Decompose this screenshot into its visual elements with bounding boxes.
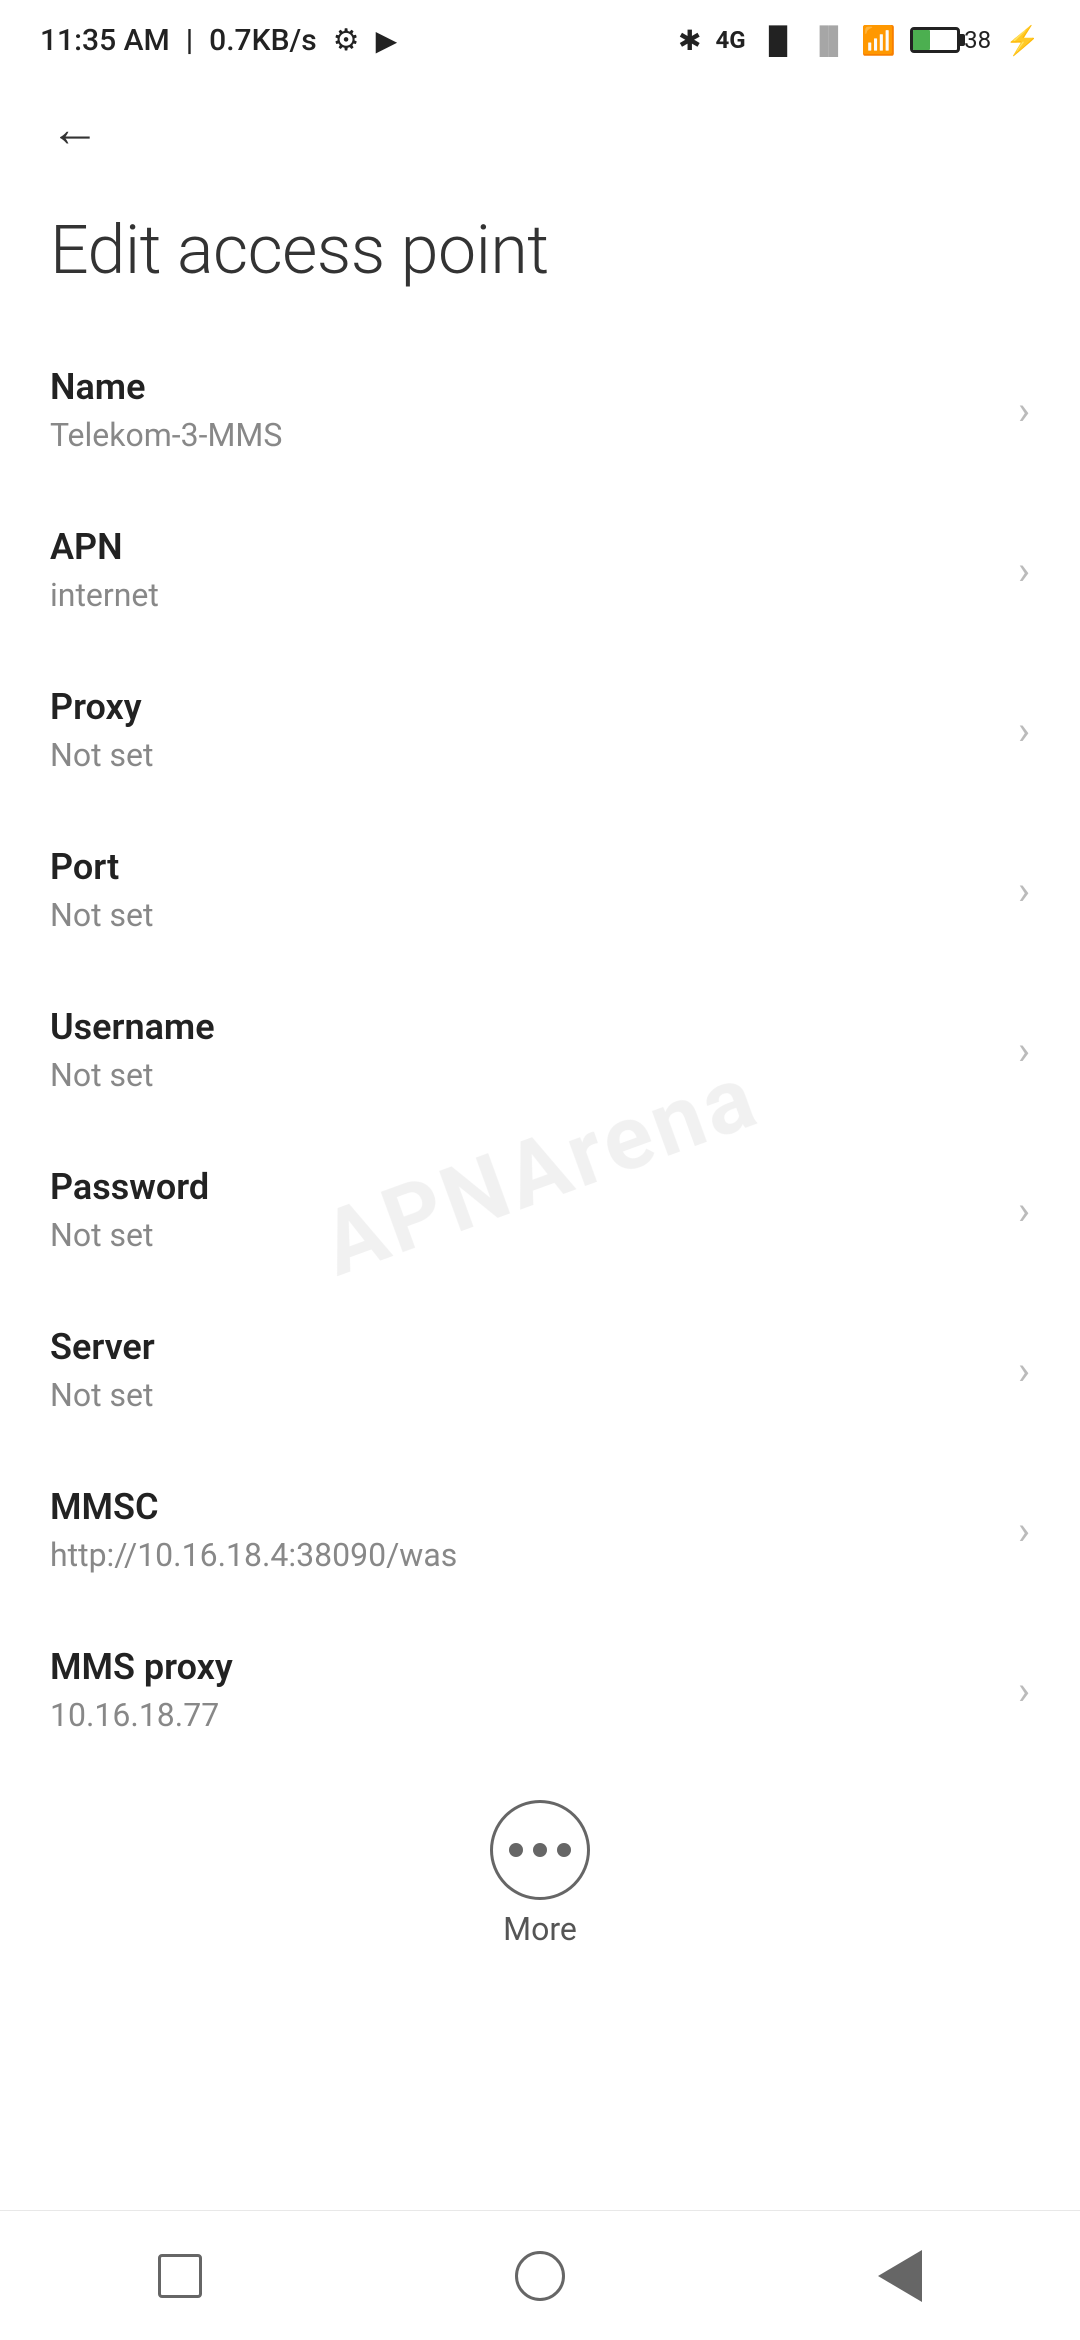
separator: | <box>186 23 193 58</box>
settings-item-password-label: Password <box>50 1166 998 1208</box>
settings-item-server[interactable]: Server Not set › <box>0 1290 1080 1450</box>
nav-back-button[interactable] <box>840 2236 960 2316</box>
settings-item-name-value: Telekom-3-MMS <box>50 416 998 454</box>
settings-item-proxy[interactable]: Proxy Not set › <box>0 650 1080 810</box>
battery-fill <box>913 30 930 50</box>
status-left: 11:35 AM | 0.7KB/s ⚙ ▶ <box>40 23 397 58</box>
battery-indicator <box>910 27 960 53</box>
video-icon: ▶ <box>376 24 398 57</box>
chevron-right-icon-password: › <box>1018 1187 1030 1234</box>
settings-item-password[interactable]: Password Not set › <box>0 1130 1080 1290</box>
settings-item-port[interactable]: Port Not set › <box>0 810 1080 970</box>
settings-item-mmsc[interactable]: MMSC http://10.16.18.4:38090/was › <box>0 1450 1080 1610</box>
signal-bars: ▐▌ <box>760 25 797 56</box>
settings-item-username-value: Not set <box>50 1056 998 1094</box>
settings-list: Name Telekom-3-MMS › APN internet › Prox… <box>0 330 1080 1770</box>
settings-item-proxy-content: Proxy Not set <box>50 686 998 774</box>
settings-item-username[interactable]: Username Not set › <box>0 970 1080 1130</box>
page-title: Edit access point <box>0 180 1080 330</box>
dot-3 <box>557 1843 571 1857</box>
network-4g: 4G <box>715 26 745 54</box>
chevron-right-icon-apn: › <box>1018 547 1030 594</box>
nav-back-icon <box>878 2250 922 2302</box>
back-button[interactable]: ← <box>40 95 110 165</box>
charging-icon: ⚡ <box>1005 24 1040 57</box>
more-label: More <box>503 1910 577 1948</box>
settings-item-mms-proxy[interactable]: MMS proxy 10.16.18.77 › <box>0 1610 1080 1770</box>
settings-icon: ⚙ <box>333 23 360 58</box>
settings-item-apn-content: APN internet <box>50 526 998 614</box>
chevron-right-icon-mmsc: › <box>1018 1507 1030 1554</box>
settings-item-server-value: Not set <box>50 1376 998 1414</box>
settings-item-port-value: Not set <box>50 896 998 934</box>
settings-item-port-content: Port Not set <box>50 846 998 934</box>
chevron-right-icon-username: › <box>1018 1027 1030 1074</box>
settings-item-name-content: Name Telekom-3-MMS <box>50 366 998 454</box>
bluetooth-icon: ✱ <box>678 24 701 57</box>
settings-item-name[interactable]: Name Telekom-3-MMS › <box>0 330 1080 490</box>
settings-item-mmsc-value: http://10.16.18.4:38090/was <box>50 1536 998 1574</box>
nav-home-icon <box>515 2251 565 2301</box>
settings-item-username-label: Username <box>50 1006 998 1048</box>
time: 11:35 AM <box>40 23 170 58</box>
settings-item-password-value: Not set <box>50 1216 998 1254</box>
settings-item-apn-label: APN <box>50 526 998 568</box>
nav-recents-icon <box>158 2254 202 2298</box>
nav-recents-button[interactable] <box>120 2236 240 2316</box>
dot-2 <box>533 1843 547 1857</box>
top-nav: ← <box>0 80 1080 180</box>
settings-item-mms-proxy-label: MMS proxy <box>50 1646 998 1688</box>
chevron-right-icon-proxy: › <box>1018 707 1030 754</box>
settings-item-port-label: Port <box>50 846 998 888</box>
battery: 38 <box>910 26 991 54</box>
nav-home-button[interactable] <box>480 2236 600 2316</box>
settings-item-server-label: Server <box>50 1326 998 1368</box>
status-right: ✱ 4G ▐▌ ▐▌ 📶 38 ⚡ <box>678 24 1040 57</box>
bottom-spacer <box>0 1968 1080 2098</box>
status-bar: 11:35 AM | 0.7KB/s ⚙ ▶ ✱ 4G ▐▌ ▐▌ 📶 38 ⚡ <box>0 0 1080 80</box>
settings-item-proxy-value: Not set <box>50 736 998 774</box>
back-arrow-icon: ← <box>50 105 100 155</box>
settings-item-apn-value: internet <box>50 576 998 614</box>
settings-item-mmsc-content: MMSC http://10.16.18.4:38090/was <box>50 1486 998 1574</box>
chevron-right-icon-server: › <box>1018 1347 1030 1394</box>
chevron-right-icon-name: › <box>1018 387 1030 434</box>
settings-item-server-content: Server Not set <box>50 1326 998 1414</box>
network-speed: 0.7KB/s <box>209 23 316 58</box>
dot-1 <box>509 1843 523 1857</box>
chevron-right-icon-port: › <box>1018 867 1030 914</box>
more-button[interactable] <box>490 1800 590 1900</box>
settings-item-apn[interactable]: APN internet › <box>0 490 1080 650</box>
settings-item-mms-proxy-value: 10.16.18.77 <box>50 1696 998 1734</box>
settings-item-mms-proxy-content: MMS proxy 10.16.18.77 <box>50 1646 998 1734</box>
wifi-icon: 📶 <box>861 24 896 57</box>
chevron-right-icon-mms-proxy: › <box>1018 1667 1030 1714</box>
signal-bars-2: ▐▌ <box>810 25 847 56</box>
bottom-nav <box>0 2210 1080 2340</box>
settings-item-password-content: Password Not set <box>50 1166 998 1254</box>
settings-item-username-content: Username Not set <box>50 1006 998 1094</box>
battery-percent: 38 <box>964 26 991 54</box>
settings-item-proxy-label: Proxy <box>50 686 998 728</box>
more-dots <box>509 1843 571 1857</box>
more-container: More <box>0 1770 1080 1968</box>
settings-item-mmsc-label: MMSC <box>50 1486 998 1528</box>
settings-item-name-label: Name <box>50 366 998 408</box>
